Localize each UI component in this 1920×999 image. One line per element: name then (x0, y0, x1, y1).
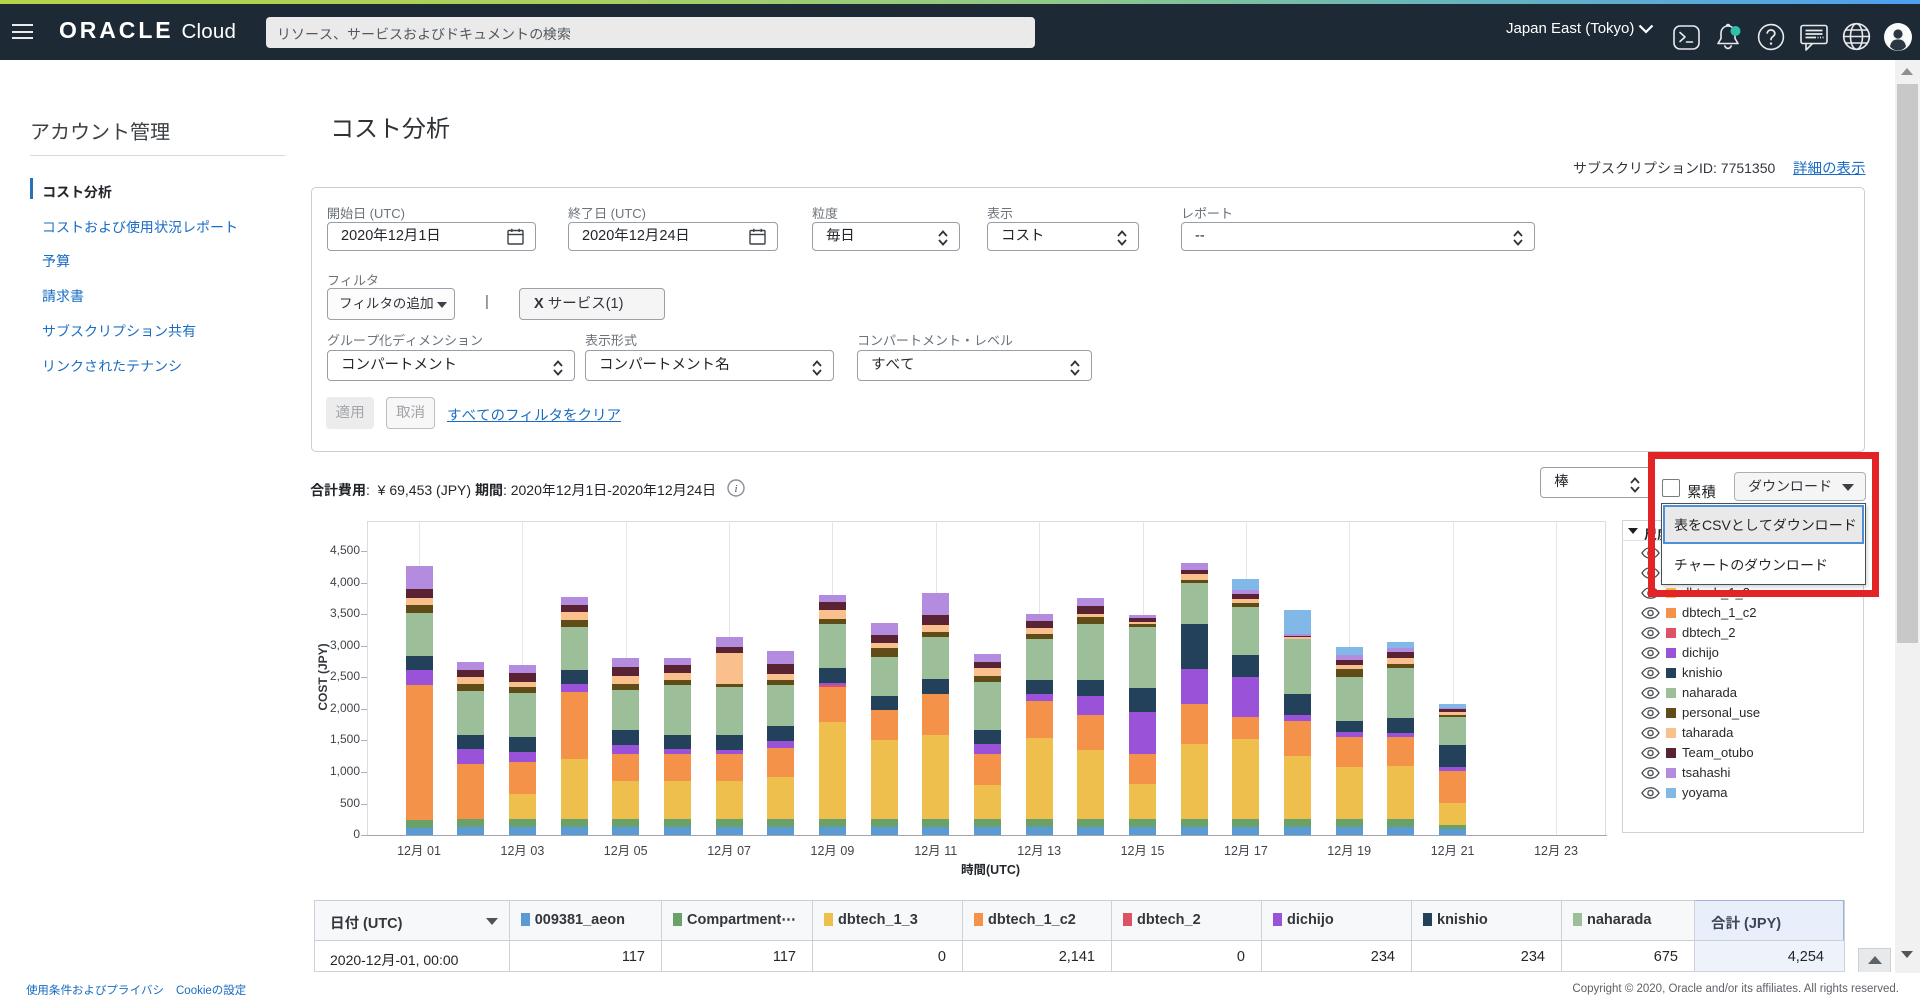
svg-text:i: i (734, 483, 737, 495)
